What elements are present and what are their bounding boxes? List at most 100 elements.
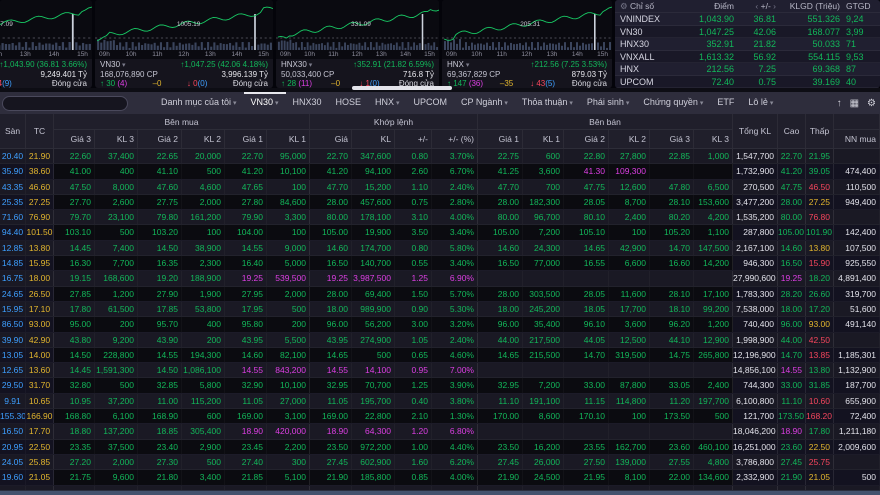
board-cell: 18.00	[478, 302, 523, 316]
board-row[interactable]: 71.60 76.90 79.70 23,100 79.80 161,200 79.90 3,…	[0, 210, 880, 226]
board-cell	[478, 424, 523, 438]
board-row[interactable]: 155.30 166.90 168.80 6,100 168.90 600 169.00 3,…	[0, 409, 880, 425]
board-cell: 17,100	[694, 286, 733, 301]
board-cell: 94.40	[0, 225, 26, 239]
gear-icon[interactable]: ⚙	[867, 98, 876, 109]
board-cell: 13.60	[26, 363, 54, 378]
board-cell: 14,200	[694, 256, 733, 271]
panel-volume-row: 168,076,890 CP 3,996.139 Tỷ	[100, 70, 268, 80]
index-table-row[interactable]: VNINDEX 1,043.90 36.81 551.326 9,24	[615, 13, 880, 26]
advancers-count: ↑ 147 (36)	[447, 79, 484, 88]
board-cell: 13.85	[806, 347, 834, 363]
board-cell: 105.20	[650, 225, 694, 240]
board-cell: 200	[267, 317, 310, 332]
board-row[interactable]: 24.05 25.85 27.20 2,000 27.30 500 27.40 300 27.4…	[0, 454, 880, 471]
index-header-name[interactable]: ⚙ Chỉ số	[615, 0, 675, 12]
board-cell: 169.00	[310, 409, 352, 424]
chart-panel-vnindex: 1007.0909h10h11h12h13h14h15hVNINDEX ▾↑1,…	[0, 0, 92, 88]
search-input[interactable]	[2, 95, 128, 111]
tab-lô-lẻ[interactable]: Lô lẻ ▾	[741, 92, 780, 114]
board-cell: 95.70	[138, 317, 182, 332]
board-cell: 18.10	[650, 302, 694, 316]
board-row[interactable]: 9.91 10.65 10.95 37,200 11.00 115,200 11.05 27,…	[0, 393, 880, 410]
board-cell: 27.90	[138, 286, 182, 301]
board-row[interactable]: 43.35 46.60 47.50 8,000 47.60 4,600 47.65 100 47…	[0, 179, 880, 195]
board-cell: 460,100	[694, 439, 733, 454]
board-row[interactable]: 19.60 21.05 21.75 9,600 21.80 3,400 21.85 5,100…	[0, 470, 880, 486]
panels-scroll-handle[interactable]	[352, 86, 452, 90]
tab-upcom[interactable]: UPCOM	[407, 92, 455, 114]
index-turnover: 9,249.401 Tỷ	[40, 69, 87, 79]
arrow-up-icon[interactable]: ↑	[837, 98, 842, 109]
board-cell: 19,900	[352, 225, 395, 240]
board-row[interactable]: 20.40 21.90 22.60 37,400 22.65 20,000 22.70 95,…	[0, 149, 880, 165]
unchanged-count: –35	[499, 79, 514, 88]
board-cell: 147,500	[694, 240, 733, 256]
tab-cp-ngành[interactable]: CP Ngành ▾	[454, 92, 515, 114]
decliners-count: ↓ 0(0)	[186, 79, 208, 88]
board-row[interactable]: 25.35 27.25 27.70 2,600 27.75 2,000 27.80 84,60…	[0, 194, 880, 211]
board-row[interactable]: 94.40 101.50 103.10 500 103.20 100 104.00 100 10…	[0, 225, 880, 241]
tab-thỏa-thuận[interactable]: Thỏa thuận ▾	[515, 92, 580, 114]
board-row[interactable]: 24.65 26.50 27.85 1,200 27.90 1,900 27.95 2,000…	[0, 286, 880, 302]
board-row[interactable]: 12.65 13.60 14.45 1,591,300 14.50 1,086,100 14…	[0, 363, 880, 379]
board-cell: 14.45	[54, 363, 95, 377]
tab-etf[interactable]: ETF	[710, 92, 741, 114]
board-row[interactable]: 29.50 31.70 32.80 500 32.85 5,800 32.90 10,100 3…	[0, 378, 880, 394]
layout-columns-icon[interactable]: ▦	[850, 98, 859, 109]
board-cell: 6.70%	[432, 164, 478, 179]
board-cell: 2.40%	[432, 332, 478, 347]
board-cell: 740,400	[733, 317, 778, 332]
board-cell: 3,600	[523, 164, 564, 179]
horizontal-scrollbar[interactable]	[0, 490, 880, 495]
board-cell: 71.60	[0, 210, 26, 224]
index-table-row[interactable]: VN30 1,047.25 42.06 168.077 3,99	[615, 25, 880, 38]
index-name-dropdown[interactable]: HNX30 ▾	[281, 60, 312, 70]
index-table-row[interactable]: HNX30 352.91 21.82 50.033 71	[615, 38, 880, 51]
board-row[interactable]: 12.85 13.80 14.45 7,400 14.50 38,900 14.55 9,00…	[0, 240, 880, 257]
board-cell: 22.70	[225, 149, 267, 163]
tab-hnx30[interactable]: HNX30	[286, 92, 329, 114]
tab-hnx[interactable]: HNX ▾	[368, 92, 406, 114]
time-tick-label: 10h	[304, 51, 315, 58]
tab-danh-mục-của-tôi[interactable]: Danh mục của tôi ▾	[154, 92, 244, 114]
board-cell: 47.65	[225, 180, 267, 194]
board-cell: 27,990,600	[733, 271, 778, 286]
board-row[interactable]: 35.90 38.60 41.00 400 41.10 500 41.20 10,100 41.…	[0, 164, 880, 180]
board-cell: 245,200	[523, 302, 564, 316]
board-cell: 174,700	[352, 241, 395, 255]
board-cell: 22.85	[650, 149, 694, 163]
board-cell: 300	[267, 454, 310, 470]
index-table-row[interactable]: HNX 212.56 7.25 69.368 87	[615, 63, 880, 76]
board-row[interactable]: 16.50 17.70 18.80 137,200 18.85 305,400 18.90 4…	[0, 424, 880, 440]
board-cell: 11.10	[478, 394, 523, 408]
board-row[interactable]: 16.75 18.00 19.15 168,600 19.20 188,900 19.25 5…	[0, 271, 880, 287]
tab-hose[interactable]: HOSE	[329, 92, 369, 114]
time-tick-label: 15h	[77, 51, 88, 58]
gear-icon[interactable]: ⚙	[620, 1, 628, 11]
board-row[interactable]: 20.95 22.50 23.35 37,500 23.40 2,900 23.45 2,20…	[0, 439, 880, 455]
index-table-row[interactable]: VNXALL 1,613.32 56.92 554.115 9,53	[615, 50, 880, 63]
board-row[interactable]: 15.95 17.10 17.80 61,500 17.85 53,800 17.95 500…	[0, 301, 880, 318]
board-row[interactable]: 39.90 42.90 43.80 9,200 43.90 200 43.95 5,500 43…	[0, 332, 880, 348]
board-cell: 2,900	[182, 439, 225, 454]
index-table-row[interactable]: UPCOM 72.40 0.75 39.169 40	[615, 75, 880, 88]
board-cell: 2.40%	[432, 179, 478, 194]
index-header-chg[interactable]: ‹ +/- ›	[737, 0, 779, 12]
board-cell: 33.05	[650, 378, 694, 393]
board-row[interactable]: 14.85 15.95 16.30 7,700 16.35 2,300 16.40 5,000…	[0, 256, 880, 272]
board-row[interactable]: 86.50 93.00 95.00 200 95.70 400 95.80 200 96.00 5…	[0, 317, 880, 333]
board-cell: 8,100	[609, 470, 650, 485]
tab-phái-sinh[interactable]: Phái sinh ▾	[580, 92, 637, 114]
board-cell: 27.25	[806, 194, 834, 210]
index-name-dropdown[interactable]: HNX ▾	[447, 60, 469, 70]
board-cell: 600	[182, 409, 225, 424]
board-cell: 28.00	[310, 286, 352, 301]
board-cell: 4.00%	[432, 470, 478, 485]
board-cell: 15.95	[26, 256, 54, 271]
board-row[interactable]: 13.05 14.00 14.50 228,800 14.55 194,300 14.60 8…	[0, 347, 880, 364]
index-name-dropdown[interactable]: VN30 ▾	[100, 60, 125, 70]
tab-chứng-quyền[interactable]: Chứng quyền ▾	[636, 92, 710, 114]
tab-vn30[interactable]: VN30 ▾	[244, 92, 286, 114]
board-cell: 28.00	[778, 194, 806, 210]
